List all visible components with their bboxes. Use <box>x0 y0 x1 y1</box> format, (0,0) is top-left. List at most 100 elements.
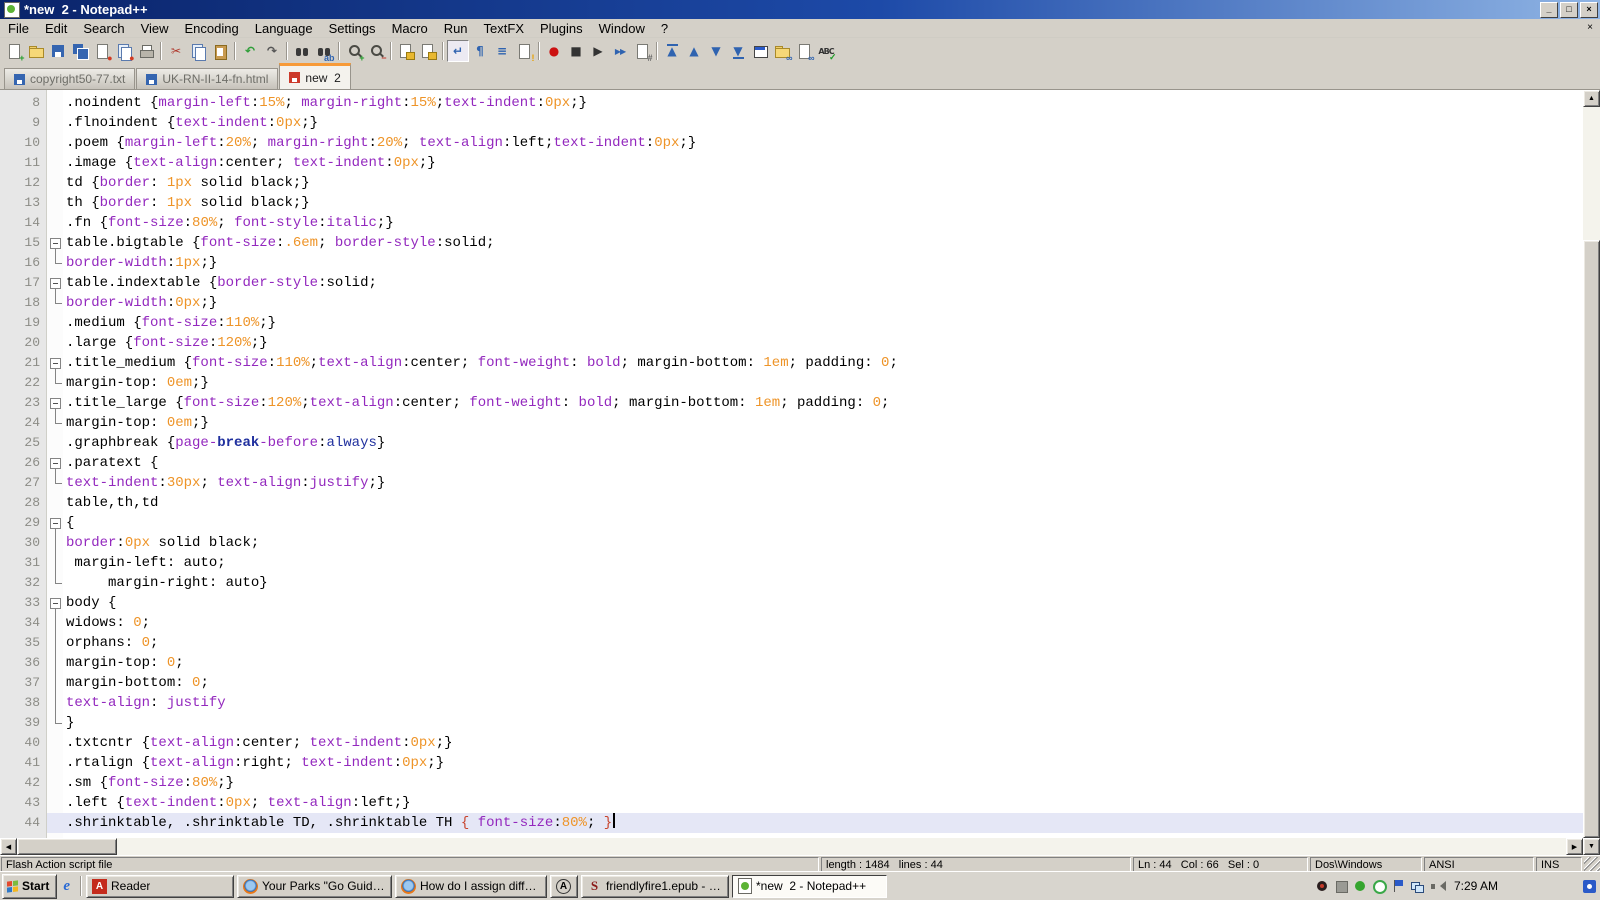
close-file-button[interactable]: ● <box>91 40 113 63</box>
undo-button[interactable]: ↶ <box>239 40 261 62</box>
save-file-button[interactable] <box>47 40 69 62</box>
save-macro-button[interactable]: # <box>631 40 653 63</box>
code-text[interactable]: .txtcntr {text-align:center; text-indent… <box>63 733 1583 753</box>
antivirus-tray-icon[interactable] <box>1353 879 1367 893</box>
tab-new-2[interactable]: new 2 <box>279 63 351 89</box>
open-containing-folder-button[interactable]: ∞ <box>771 40 793 63</box>
code-text[interactable]: margin-top: 0em;} <box>63 413 1583 433</box>
document-link-button[interactable]: ∞ <box>793 40 815 63</box>
code-text[interactable]: .left {text-indent:0px; text-align:left;… <box>63 793 1583 813</box>
close-button[interactable]: × <box>1580 1 1598 18</box>
horizontal-scrollbar[interactable]: ◀ ▶ <box>0 838 1583 855</box>
spider-tray-icon[interactable] <box>1315 879 1329 893</box>
code-text[interactable]: .graphbreak {page-break-before:always} <box>63 433 1583 453</box>
close-document-icon[interactable]: × <box>1582 21 1598 35</box>
run-macro-multiple-button[interactable]: ▶▶ <box>609 40 631 62</box>
code-area[interactable]: 8 .noindent {margin-left:15%; margin-righ… <box>0 90 1583 838</box>
code-text[interactable]: .paratext { <box>63 453 1583 473</box>
scroll-left-icon[interactable]: ◀ <box>0 838 17 855</box>
code-text[interactable]: .fn {font-size:80%; font-style:italic;} <box>63 213 1583 233</box>
fold-marker-icon[interactable] <box>47 593 63 613</box>
code-text[interactable]: } <box>63 713 1583 733</box>
new-file-button[interactable]: + <box>3 40 25 63</box>
code-text[interactable]: border-width:1px;} <box>63 253 1583 273</box>
menu-item-file[interactable]: File <box>0 20 37 37</box>
cut-button[interactable]: ✂ <box>165 40 187 62</box>
code-text[interactable]: widows: 0; <box>63 613 1583 633</box>
taskbar-button-circle-a[interactable]: A <box>550 874 579 898</box>
code-text[interactable]: border-width:0px;} <box>63 293 1583 313</box>
menu-item-view[interactable]: View <box>133 20 177 37</box>
taskbar-button-how-do-i-assign-differen[interactable]: How do I assign differen... <box>395 874 548 898</box>
updater-tray-icon[interactable] <box>1334 879 1348 893</box>
resize-grip[interactable] <box>1584 857 1600 872</box>
code-text[interactable]: .poem {margin-left:20%; margin-right:20%… <box>63 133 1583 153</box>
fold-marker-icon[interactable] <box>47 233 63 253</box>
code-text[interactable]: margin-right: auto} <box>63 573 1583 593</box>
menu-item-help[interactable]: ? <box>653 20 676 37</box>
minimize-button[interactable]: _ <box>1540 1 1558 18</box>
redo-button[interactable]: ↷ <box>261 40 283 62</box>
code-text[interactable]: table.indextable {border-style:solid; <box>63 273 1583 293</box>
maximize-button[interactable]: □ <box>1560 1 1578 18</box>
menu-item-macro[interactable]: Macro <box>384 20 436 37</box>
tray-edge-icon[interactable] <box>1583 879 1596 893</box>
menu-item-settings[interactable]: Settings <box>321 20 384 37</box>
menu-item-run[interactable]: Run <box>436 20 476 37</box>
start-button[interactable]: Start <box>2 873 58 899</box>
code-text[interactable]: td {border: 1px solid black;} <box>63 173 1583 193</box>
taskbar-button-your-parks-go-guide[interactable]: Your Parks "Go Guide" - ... <box>237 874 393 898</box>
play-macro-button[interactable]: ▶ <box>587 40 609 62</box>
function-completion-button[interactable]: ! <box>513 40 535 63</box>
tab-copyright50-77-txt[interactable]: copyright50-77.txt <box>4 68 136 89</box>
code-text[interactable]: table.bigtable {font-size:.6em; border-s… <box>63 233 1583 253</box>
horizontal-scroll-thumb[interactable] <box>17 838 117 855</box>
code-text[interactable]: .flnoindent {text-indent:0px;} <box>63 113 1583 133</box>
code-text[interactable]: orphans: 0; <box>63 633 1583 653</box>
menu-item-window[interactable]: Window <box>591 20 653 37</box>
tab-uk-rn-ii-14-fn-html[interactable]: UK-RN-II-14-fn.html <box>136 68 279 89</box>
sync-scroll-horizontal-button[interactable] <box>417 40 439 62</box>
scroll-right-icon[interactable]: ▶ <box>1566 838 1583 855</box>
code-text[interactable]: .large {font-size:120%;} <box>63 333 1583 353</box>
collapse-all-button[interactable]: ▲ <box>661 40 683 62</box>
fold-marker-icon[interactable] <box>47 353 63 373</box>
menu-item-language[interactable]: Language <box>247 20 321 37</box>
taskbar-button-new-2-notepad[interactable]: *new 2 - Notepad++ <box>732 874 888 898</box>
menu-item-textfx[interactable]: TextFX <box>476 20 532 37</box>
code-text[interactable]: margin-bottom: 0; <box>63 673 1583 693</box>
zoom-in-button[interactable]: + <box>343 40 365 63</box>
show-all-characters-button[interactable]: ¶ <box>469 40 491 62</box>
code-text[interactable]: margin-top: 0em;} <box>63 373 1583 393</box>
code-text[interactable]: .noindent {margin-left:15%; margin-right… <box>63 93 1583 113</box>
network-tray-icon[interactable] <box>1410 879 1424 893</box>
eset-tray-icon[interactable] <box>1372 879 1387 894</box>
code-text[interactable]: .title_large {font-size:120%;text-align:… <box>63 393 1583 413</box>
replace-button[interactable]: ab <box>313 40 335 63</box>
code-text[interactable]: margin-left: auto; <box>63 553 1583 573</box>
code-text[interactable]: margin-top: 0; <box>63 653 1583 673</box>
code-text[interactable]: body { <box>63 593 1583 613</box>
fold-down-button[interactable]: ▼ <box>705 40 727 62</box>
console-button[interactable] <box>749 40 771 62</box>
find-button[interactable] <box>291 40 313 62</box>
code-text[interactable]: table,th,td <box>63 493 1583 513</box>
code-text[interactable]: text-indent:30px; text-align:justify;} <box>63 473 1583 493</box>
menu-item-edit[interactable]: Edit <box>37 20 75 37</box>
print-button[interactable] <box>135 40 157 62</box>
code-text[interactable]: text-align: justify <box>63 693 1583 713</box>
menu-item-search[interactable]: Search <box>75 20 132 37</box>
paste-button[interactable] <box>209 40 231 62</box>
menu-item-encoding[interactable]: Encoding <box>177 20 247 37</box>
stop-macro-button[interactable]: ■ <box>565 40 587 62</box>
code-text[interactable]: .rtalign {text-align:right; text-indent:… <box>63 753 1583 773</box>
code-text[interactable]: th {border: 1px solid black;} <box>63 193 1583 213</box>
taskbar-button-reader[interactable]: A Reader <box>86 874 235 898</box>
sync-scroll-vertical-button[interactable] <box>395 40 417 62</box>
open-file-button[interactable] <box>25 40 47 62</box>
fold-up-button[interactable]: ▲ <box>683 40 705 62</box>
word-wrap-button[interactable]: ↵ <box>447 40 469 62</box>
spell-check-button[interactable]: ABC ✓ <box>815 40 837 62</box>
vertical-scroll-thumb[interactable] <box>1583 240 1600 838</box>
code-text[interactable]: .medium {font-size:110%;} <box>63 313 1583 333</box>
